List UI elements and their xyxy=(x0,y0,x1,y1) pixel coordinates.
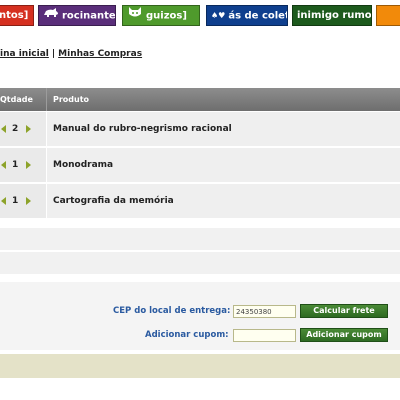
qty-value: 2 xyxy=(12,124,19,134)
qty-cell: 1 xyxy=(0,184,47,218)
decrease-qty-arrow-icon[interactable] xyxy=(1,197,6,205)
nav-tab-label: inimigo rumor] xyxy=(297,10,372,21)
coupon-input[interactable] xyxy=(233,329,296,342)
qty-value: 1 xyxy=(12,196,19,206)
coupon-label: Adicionar cupom: xyxy=(145,330,229,340)
nav-tab-inimigo-rumor[interactable]: inimigo rumor] xyxy=(292,5,372,26)
nav-tab-contos[interactable]: ntos] xyxy=(0,5,34,26)
cep-label: CEP do local de entrega: xyxy=(113,306,231,316)
footer-bar xyxy=(0,354,400,378)
decrease-qty-arrow-icon[interactable] xyxy=(1,161,6,169)
increase-qty-arrow-icon[interactable] xyxy=(26,161,31,169)
nav-tab-label: guizos] xyxy=(146,10,187,22)
qty-column-header: Qtdade xyxy=(0,88,47,111)
nav-tab-rocinante[interactable]: rocinante] xyxy=(38,5,116,26)
card-suits-icon: ♠♥ xyxy=(211,11,226,20)
cat-face-icon xyxy=(127,6,143,25)
calculate-shipping-button[interactable]: Calcular frete xyxy=(300,304,388,318)
nav-tab-partial[interactable] xyxy=(376,5,400,26)
breadcrumb-separator: | xyxy=(51,49,56,59)
nav-tab-label: rocinante] xyxy=(62,10,116,22)
cep-input[interactable] xyxy=(233,305,296,318)
empty-row xyxy=(0,228,400,250)
cart-table-header: Qtdade Produto xyxy=(0,88,400,111)
qty-cell: 2 xyxy=(0,112,47,146)
breadcrumb-current-link[interactable]: Minhas Compras xyxy=(58,49,142,59)
nav-tab-as-de-colete[interactable]: ♠♥ás de colete♣♦ xyxy=(206,5,288,26)
breadcrumb: ina inicial | Minhas Compras xyxy=(0,49,142,59)
breadcrumb-home-link[interactable]: ina inicial xyxy=(0,49,49,59)
product-column-header: Produto xyxy=(53,95,90,104)
empty-row xyxy=(0,252,400,274)
product-name: Cartografia da memória xyxy=(53,196,174,206)
qty-cell: 1 xyxy=(0,148,47,182)
nav-tab-guizos[interactable]: guizos] xyxy=(122,5,200,26)
increase-qty-arrow-icon[interactable] xyxy=(26,197,31,205)
cart-row: 2 Manual do rubro-negrismo racional xyxy=(0,112,400,147)
increase-qty-arrow-icon[interactable] xyxy=(26,125,31,133)
rhino-icon xyxy=(43,6,59,25)
add-coupon-button[interactable]: Adicionar cupom xyxy=(300,328,388,342)
nav-tab-label: ás de colete xyxy=(228,10,287,22)
top-navigation: ntos] rocinante] guizos] ♠♥ás de colete♣… xyxy=(0,0,400,30)
product-name: Monodrama xyxy=(53,160,114,170)
cart-row: 1 Monodrama xyxy=(0,148,400,183)
cart-row: 1 Cartografia da memória xyxy=(0,184,400,219)
qty-value: 1 xyxy=(12,160,19,170)
nav-tab-label: ntos] xyxy=(0,10,29,21)
shipping-panel: CEP do local de entrega: Calcular frete … xyxy=(0,282,400,350)
decrease-qty-arrow-icon[interactable] xyxy=(1,125,6,133)
product-name: Manual do rubro-negrismo racional xyxy=(53,124,232,134)
